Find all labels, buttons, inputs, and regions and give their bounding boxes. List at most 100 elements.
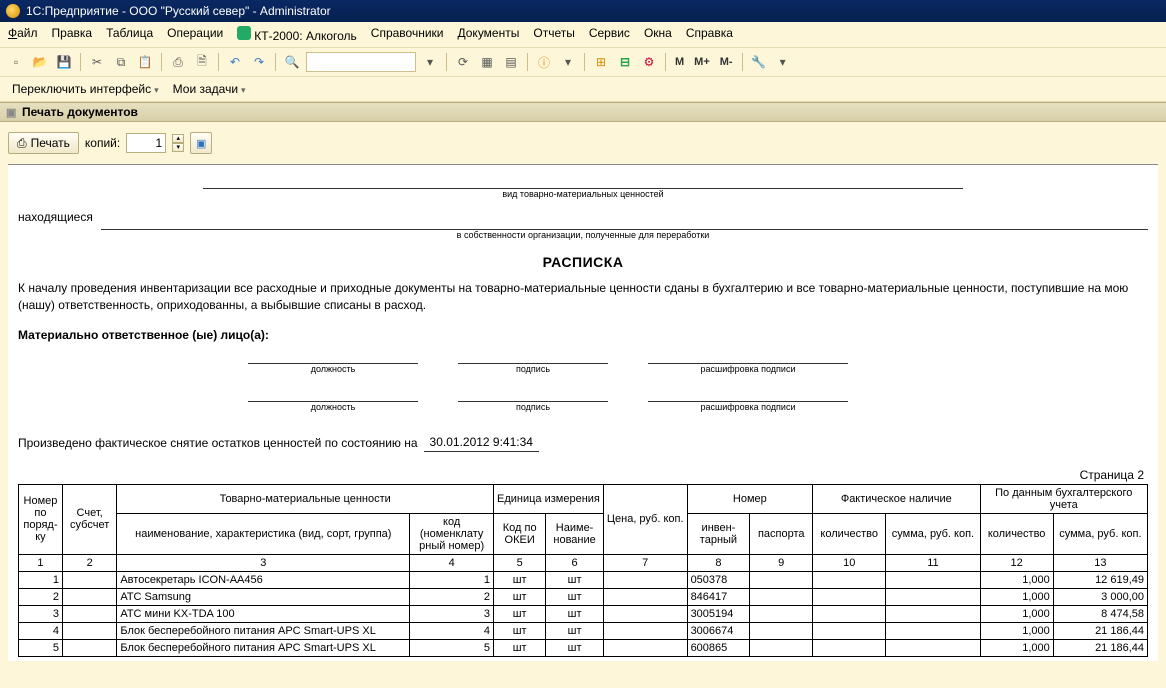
decode-line-2[interactable] [648, 388, 848, 402]
table-row[interactable]: 2АТС Samsung2штшт8464171,0003 000,00 [19, 588, 1148, 605]
decode-line-1[interactable] [648, 350, 848, 364]
menu-catalog[interactable]: Справочники [371, 26, 444, 43]
th-price: Цена, руб. коп. [603, 484, 687, 554]
cut-icon[interactable]: ✂ [87, 52, 107, 72]
preview-icon[interactable]: 🗎 [192, 52, 212, 72]
window-titlebar: 1С:Предприятие - ООО "Русский север" - A… [0, 0, 1166, 22]
tmc-type-caption: вид товарно-материальных ценностей [18, 189, 1148, 199]
info-icon[interactable]: ⓘ [534, 52, 554, 72]
calc-icon[interactable]: ⊞ [591, 52, 611, 72]
window-title: 1С:Предприятие - ООО "Русский север" - A… [26, 0, 331, 22]
undo-icon[interactable]: ↶ [225, 52, 245, 72]
table-row[interactable]: 1Автосекретарь ICON-AA4561штшт0503781,00… [19, 571, 1148, 588]
col-num: 3 [117, 554, 410, 571]
col-num: 12 [980, 554, 1053, 571]
th-fact-sum: сумма, руб. коп. [886, 513, 980, 554]
table-row[interactable]: 4Блок бесперебойного питания APC Smart-U… [19, 622, 1148, 639]
owned-caption: в собственности организации, полученные … [18, 230, 1148, 240]
document-tab-header: ▣ Печать документов [0, 102, 1166, 122]
tmc-type-line[interactable] [203, 175, 963, 189]
fact-date: 30.01.2012 9:41:34 [424, 434, 539, 452]
fact-label: Произведено фактическое снятие остатков … [18, 435, 418, 452]
inventory-table: Номер по поряд-ку Счет, субсчет Товарно-… [18, 484, 1148, 657]
signature-row-1: должность подпись расшифровка подписи [248, 350, 1148, 374]
menu-reports[interactable]: Отчеты [533, 26, 574, 43]
spin-down-icon[interactable]: ▾ [172, 143, 184, 152]
calendar-icon[interactable]: ⊟ [615, 52, 635, 72]
copies-spinner[interactable]: ▴ ▾ [172, 134, 184, 152]
tab-close-icon[interactable]: ▣ [6, 106, 18, 118]
search-down-icon[interactable]: ▾ [420, 52, 440, 72]
th-tmc-name: наименование, характеристика (вид, сорт,… [117, 513, 410, 554]
position-line-2[interactable] [248, 388, 418, 402]
search-combo[interactable] [306, 52, 416, 72]
preview-button[interactable]: ▣ [190, 132, 212, 154]
main-toolbar: ▫ 📂 💾 ✂ ⧉ 📋 ⎙ 🗎 ↶ ↷ 🔍 ▾ ⟳ ▦ ▤ ⓘ ▾ ⊞ ⊟ ⚙ … [0, 48, 1166, 77]
picture-icon: ▣ [196, 137, 206, 150]
m-plus-btn[interactable]: M+ [691, 56, 713, 68]
grid2-icon[interactable]: ▤ [501, 52, 521, 72]
m-minus-btn[interactable]: M- [717, 56, 736, 68]
menu-table[interactable]: Таблица [106, 26, 153, 43]
kt-icon [237, 26, 251, 40]
th-unit-name: Наиме-нование [546, 513, 604, 554]
menu-edit[interactable]: Правка [52, 26, 93, 43]
print-icon[interactable]: ⎙ [168, 52, 188, 72]
col-num: 4 [410, 554, 494, 571]
document-tab-title: Печать документов [22, 105, 138, 119]
paste-icon[interactable]: 📋 [135, 52, 155, 72]
col-num: 5 [494, 554, 546, 571]
th-account: Счет, субсчет [62, 484, 116, 554]
grid1-icon[interactable]: ▦ [477, 52, 497, 72]
document-toolbar: ⎙ Печать копий: ▴ ▾ ▣ [8, 132, 1158, 154]
page-number: Страница 2 [18, 468, 1144, 482]
wrench-icon[interactable]: 🔧 [749, 52, 769, 72]
sign-line-1[interactable] [458, 350, 608, 364]
switch-interface-btn[interactable]: Переключить интерфейс [8, 80, 163, 98]
menu-documents[interactable]: Документы [458, 26, 520, 43]
copy-icon[interactable]: ⧉ [111, 52, 131, 72]
menu-windows[interactable]: Окна [644, 26, 672, 43]
col-num: 13 [1053, 554, 1147, 571]
table-row[interactable]: 5Блок бесперебойного питания APC Smart-U… [19, 639, 1148, 656]
app-logo-icon [6, 4, 20, 18]
menu-file[interactable]: Файл [8, 26, 38, 43]
th-fact-qty: количество [813, 513, 886, 554]
my-tasks-btn[interactable]: Мои задачи [169, 80, 250, 98]
signature-row-2: должность подпись расшифровка подписи [248, 388, 1148, 412]
th-num-pass: паспорта [750, 513, 813, 554]
col-num: 2 [62, 554, 116, 571]
menu-service[interactable]: Сервис [589, 26, 630, 43]
more-icon[interactable]: ▾ [773, 52, 793, 72]
save-icon[interactable]: 💾 [54, 52, 74, 72]
menu-kt2000[interactable]: КТ-2000: Алкоголь [237, 26, 357, 43]
col-num: 6 [546, 554, 604, 571]
open-icon[interactable]: 📂 [30, 52, 50, 72]
th-okei: Код по ОКЕИ [494, 513, 546, 554]
spin-up-icon[interactable]: ▴ [172, 134, 184, 143]
th-fact: Фактическое наличие [813, 484, 980, 513]
m-btn[interactable]: M [672, 56, 687, 68]
owned-label: находящиеся [18, 209, 93, 226]
col-num: 11 [886, 554, 980, 571]
refresh-icon[interactable]: ⟳ [453, 52, 473, 72]
col-num: 7 [603, 554, 687, 571]
owned-line[interactable] [101, 216, 1148, 230]
copies-input[interactable] [126, 133, 166, 153]
tool-icon[interactable]: ⚙ [639, 52, 659, 72]
search-icon[interactable]: 🔍 [282, 52, 302, 72]
responsible-label: Материально ответственное (ые) лицо(а): [18, 327, 1148, 344]
arrow-icon[interactable]: ▾ [558, 52, 578, 72]
position-line-1[interactable] [248, 350, 418, 364]
printer-icon: ⎙ [17, 136, 27, 151]
document-body: вид товарно-материальных ценностей наход… [8, 164, 1158, 661]
th-tmc-code: код (номенклату рный номер) [410, 513, 494, 554]
menu-operations[interactable]: Операции [167, 26, 223, 43]
sub-toolbar: Переключить интерфейс Мои задачи [0, 77, 1166, 102]
table-row[interactable]: 3АТС мини KX-TDA 1003штшт30051941,0008 4… [19, 605, 1148, 622]
sign-line-2[interactable] [458, 388, 608, 402]
menu-help[interactable]: Справка [686, 26, 733, 43]
print-button[interactable]: ⎙ Печать [8, 132, 79, 154]
redo-icon[interactable]: ↷ [249, 52, 269, 72]
new-doc-icon[interactable]: ▫ [6, 52, 26, 72]
